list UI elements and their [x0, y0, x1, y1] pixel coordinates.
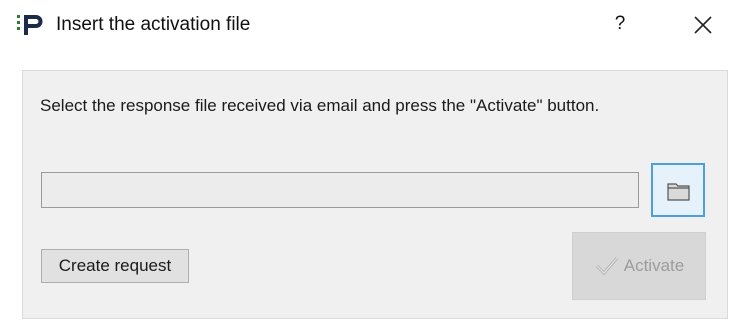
app-logo-icon [17, 13, 47, 37]
close-button[interactable] [688, 10, 718, 40]
close-icon [694, 16, 712, 34]
instruction-text: Select the response file received via em… [40, 96, 600, 115]
browse-file-button[interactable] [651, 163, 705, 217]
content-panel: Select the response file received via em… [22, 70, 728, 319]
checkmark-icon [595, 257, 618, 276]
folder-icon [667, 183, 690, 201]
file-path-input[interactable] [41, 172, 639, 208]
activate-button[interactable]: Activate [572, 232, 706, 300]
title-bar: Insert the activation file ? [0, 0, 730, 50]
help-button[interactable]: ? [606, 10, 634, 38]
activation-dialog: Insert the activation file ? Select the … [0, 0, 730, 333]
activate-label: Activate [623, 256, 685, 275]
window-title: Insert the activation file [56, 14, 251, 35]
create-request-button[interactable]: Create request [41, 249, 189, 283]
